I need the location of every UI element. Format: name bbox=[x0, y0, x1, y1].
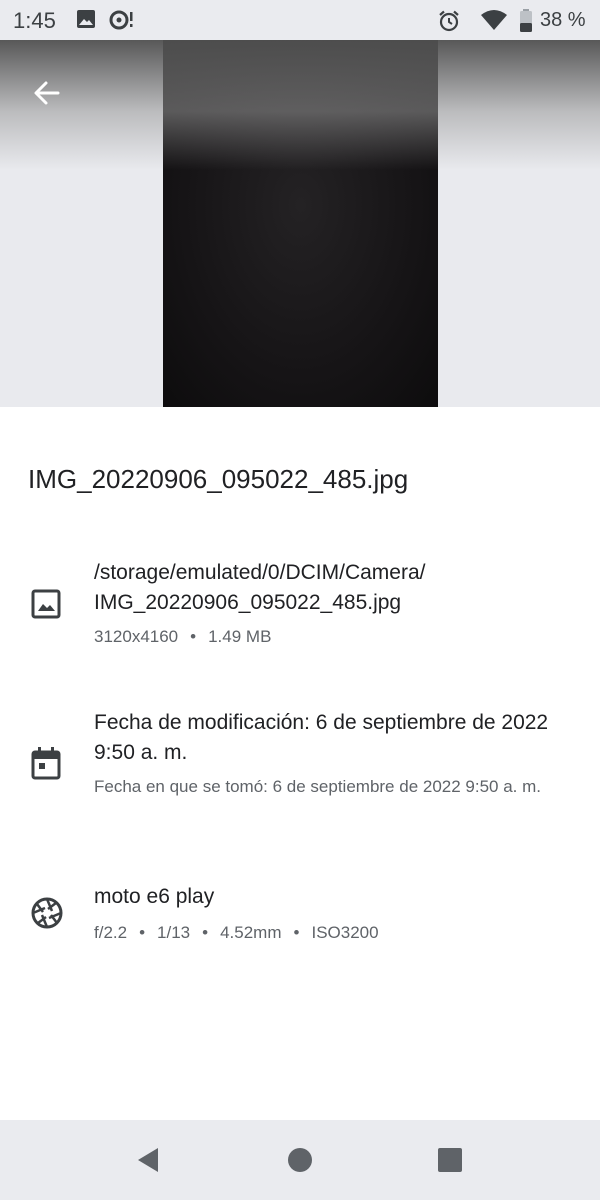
photo-viewer bbox=[0, 40, 600, 407]
aperture-value: f/2.2 bbox=[94, 923, 128, 942]
modified-date: Fecha de modificación: 6 de septiembre d… bbox=[94, 711, 549, 764]
nav-home-button[interactable] bbox=[282, 1144, 318, 1180]
file-path-line-1: /storage/emulated/0/DCIM/Camera/ bbox=[94, 561, 426, 584]
nav-recents-button[interactable] bbox=[432, 1144, 468, 1180]
file-name: IMG_20220906_095022_485.jpg bbox=[28, 464, 409, 494]
file-path-line-2: IMG_20220906_095022_485.jpg bbox=[94, 591, 402, 614]
alarm-icon bbox=[437, 9, 461, 38]
separator-dot: • bbox=[202, 923, 209, 942]
wifi-icon bbox=[480, 9, 508, 36]
aperture-icon bbox=[30, 896, 64, 935]
image-icon bbox=[30, 588, 62, 625]
status-bar: 1:45 38 % bbox=[0, 0, 600, 40]
separator-dot: • bbox=[190, 627, 197, 646]
back-triangle-icon bbox=[134, 1146, 162, 1179]
sync-alert-icon bbox=[108, 9, 136, 36]
separator-dot: • bbox=[293, 923, 300, 942]
back-button[interactable] bbox=[22, 70, 72, 120]
battery-percentage: 38 % bbox=[540, 9, 586, 31]
navigation-bar bbox=[0, 1120, 600, 1200]
iso-value: ISO3200 bbox=[311, 923, 379, 942]
separator-dot: • bbox=[139, 923, 146, 942]
gallery-icon bbox=[76, 9, 96, 34]
focal-length: 4.52mm bbox=[220, 923, 282, 942]
calendar-icon bbox=[30, 746, 62, 785]
header-scrim bbox=[0, 40, 600, 170]
recents-square-icon bbox=[437, 1147, 463, 1178]
file-size: 1.49 MB bbox=[208, 627, 272, 646]
image-resolution: 3120x4160 bbox=[94, 627, 179, 646]
shutter-speed: 1/13 bbox=[157, 923, 191, 942]
status-time: 1:45 bbox=[13, 8, 56, 33]
battery-icon bbox=[519, 9, 533, 38]
taken-date: Fecha en que se tomó: 6 de septiembre de… bbox=[94, 777, 542, 796]
home-circle-icon bbox=[286, 1146, 314, 1179]
arrow-back-icon bbox=[32, 78, 62, 113]
camera-model: moto e6 play bbox=[94, 885, 215, 908]
nav-back-button[interactable] bbox=[130, 1144, 166, 1180]
